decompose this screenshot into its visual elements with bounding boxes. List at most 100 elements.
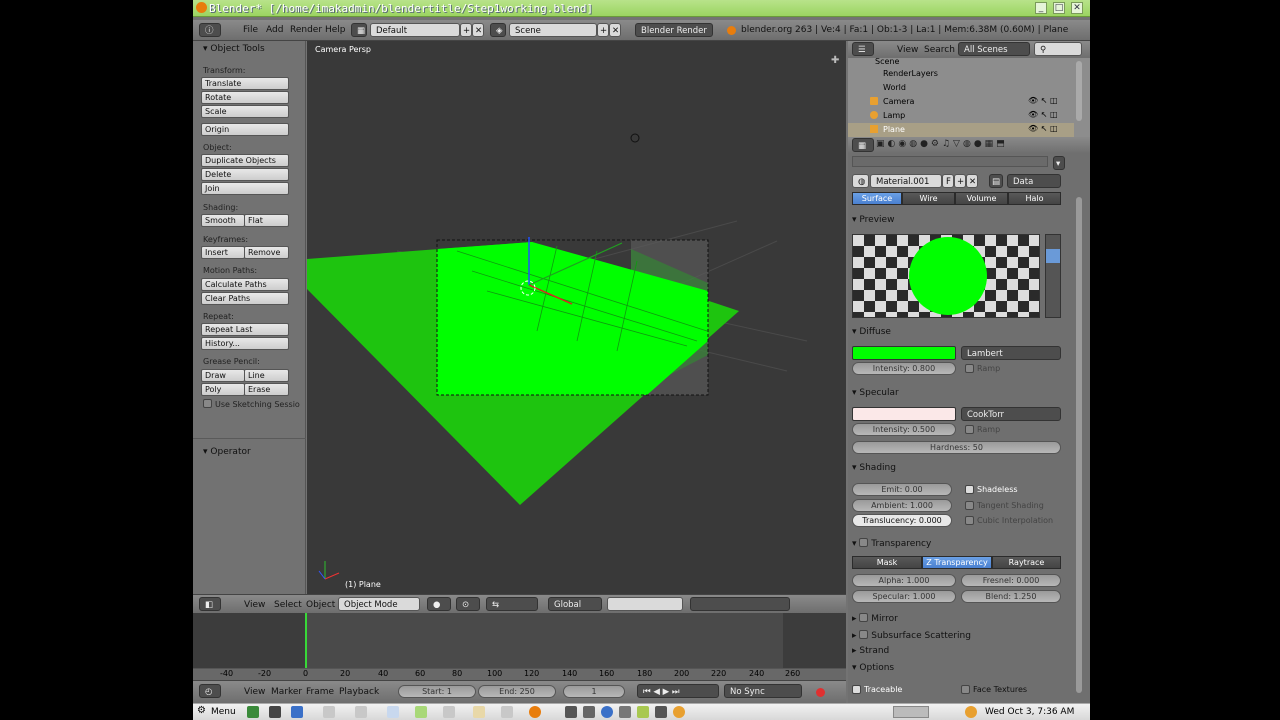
history-button[interactable]: History... — [201, 337, 289, 350]
transparency-specular-field[interactable]: Specular: 1.000 — [852, 590, 956, 603]
tray-icon[interactable] — [655, 706, 667, 718]
calculate-paths-button[interactable]: Calculate Paths — [201, 278, 289, 291]
properties-editor-icon[interactable]: ▦ — [852, 138, 874, 152]
playback-controls[interactable]: ⏮ ◀ ▶ ⏭ — [637, 684, 719, 698]
manipulator-toggle[interactable]: ⇆ — [486, 597, 538, 611]
app-icon[interactable] — [323, 706, 335, 718]
outliner-item-camera[interactable]: Camera — [883, 97, 914, 106]
draw-button[interactable]: Draw — [201, 369, 245, 382]
origin-button[interactable]: Origin — [201, 123, 289, 136]
fresnel-field[interactable]: Fresnel: 0.000 — [961, 574, 1061, 587]
visibility-eye-icon[interactable]: 👁 ↖ ◫ — [1028, 96, 1058, 105]
terminal-icon[interactable] — [269, 706, 281, 718]
render-engine-select[interactable]: Blender Render — [635, 23, 713, 37]
material-add-button[interactable]: + — [954, 174, 966, 188]
link-select[interactable]: Data — [1007, 174, 1061, 188]
end-frame-field[interactable]: End: 250 — [478, 685, 556, 698]
timeline-menu-view[interactable]: View — [244, 687, 265, 697]
viewport-menu-object[interactable]: Object — [306, 600, 335, 610]
viewport-menu-view[interactable]: View — [244, 600, 265, 610]
mode-select[interactable]: Object Mode — [338, 597, 420, 611]
blender-task-icon[interactable] — [529, 706, 541, 718]
tray-icon[interactable] — [601, 706, 613, 718]
browser-icon[interactable] — [291, 706, 303, 718]
transparency-z-tab[interactable]: Z Transparency — [922, 556, 992, 569]
cubic-interpolation-checkbox[interactable] — [965, 516, 974, 525]
timeline-menu-marker[interactable]: Marker — [271, 687, 302, 697]
menu-gear-icon[interactable]: ⚙ — [197, 705, 206, 716]
tray-icon[interactable] — [583, 706, 595, 718]
screen-delete-button[interactable]: ✕ — [472, 23, 484, 37]
face-textures-checkbox[interactable] — [961, 685, 970, 694]
material-unlink-button[interactable]: ✕ — [966, 174, 978, 188]
poly-button[interactable]: Poly — [201, 383, 245, 396]
outliner-item-scene[interactable]: Scene — [875, 57, 899, 66]
network-icon[interactable] — [965, 706, 977, 718]
app-launcher-icon[interactable] — [247, 706, 259, 718]
screen-add-button[interactable]: + — [460, 23, 472, 37]
orientation-select[interactable]: Global — [548, 597, 602, 611]
smooth-button[interactable]: Smooth — [201, 214, 245, 227]
start-menu-button[interactable]: Menu — [211, 707, 236, 717]
sss-checkbox[interactable] — [859, 630, 869, 639]
snap-toggle[interactable] — [690, 597, 790, 611]
use-sketching-checkbox[interactable] — [203, 399, 212, 408]
preview-panel-header[interactable]: ▾ Preview — [852, 215, 894, 225]
outliner-menu-view[interactable]: View — [897, 45, 918, 55]
traceable-checkbox[interactable] — [852, 685, 861, 694]
material-slot-dropdown[interactable]: ▾ — [1053, 156, 1065, 170]
lamp-icon[interactable] — [630, 133, 640, 143]
screen-layout-icon[interactable]: ▦ — [351, 23, 367, 37]
context-tab-icons[interactable]: ▣◐◉◍●⚙♫▽◍●▦⬒ — [876, 139, 1008, 149]
visibility-eye-icon[interactable]: 👁 ↖ ◫ — [1028, 110, 1058, 119]
ambient-field[interactable]: Ambient: 1.000 — [852, 499, 952, 512]
viewport-corner-icon[interactable]: ✚ — [831, 55, 839, 66]
timeline-area[interactable]: -40 -20 0 20 40 60 80 100 120 140 160 18… — [193, 613, 846, 680]
record-icon[interactable] — [816, 688, 825, 697]
tangent-shading-checkbox[interactable] — [965, 501, 974, 510]
timeline-menu-frame[interactable]: Frame — [306, 687, 334, 697]
close-icon[interactable]: ✕ — [1071, 2, 1083, 14]
scale-button[interactable]: Scale — [201, 105, 289, 118]
screen-layout-field[interactable]: Default — [370, 23, 460, 37]
flat-button[interactable]: Flat — [244, 214, 289, 227]
scene-field[interactable]: Scene — [509, 23, 597, 37]
diffuse-intensity-slider[interactable]: Intensity: 0.800 — [852, 362, 956, 375]
transparency-mask-tab[interactable]: Mask — [852, 556, 922, 569]
alpha-field[interactable]: Alpha: 1.000 — [852, 574, 956, 587]
scene-add-button[interactable]: + — [597, 23, 609, 37]
rotate-button[interactable]: Rotate — [201, 91, 289, 104]
app-icon[interactable] — [501, 706, 513, 718]
duplicate-objects-button[interactable]: Duplicate Objects — [201, 154, 289, 167]
specular-ramp-checkbox[interactable] — [965, 425, 974, 434]
transparency-checkbox[interactable] — [859, 538, 869, 547]
3d-viewport[interactable]: Camera Persp (1) Plane ✚ — [307, 41, 846, 594]
app-icon[interactable] — [355, 706, 367, 718]
title-bar[interactable]: Blender* [/home/imakadmin/blendertitle/S… — [193, 0, 1090, 17]
outliner-item-renderlayers[interactable]: RenderLayers — [883, 69, 938, 78]
specular-panel-header[interactable]: ▾ Specular — [852, 388, 899, 398]
app-icon[interactable] — [443, 706, 455, 718]
material-slot-list[interactable] — [852, 156, 1048, 167]
visibility-eye-icon[interactable]: 👁 ↖ ◫ — [1028, 124, 1058, 133]
clear-paths-button[interactable]: Clear Paths — [201, 292, 289, 305]
menu-render[interactable]: Render — [290, 25, 322, 35]
hardness-field[interactable]: Hardness: 50 — [852, 441, 1061, 454]
outliner-item-plane[interactable]: Plane — [883, 125, 905, 134]
outliner-search-field[interactable]: ⚲ — [1034, 42, 1082, 56]
tray-icon[interactable] — [565, 706, 577, 718]
blend-field[interactable]: Blend: 1.250 — [961, 590, 1061, 603]
timeline-menu-playback[interactable]: Playback — [339, 687, 379, 697]
properties-scrollbar[interactable] — [1076, 197, 1082, 693]
translucency-field[interactable]: Translucency: 0.000 — [852, 514, 952, 527]
line-button[interactable]: Line — [244, 369, 289, 382]
shading-panel-header[interactable]: ▾ Shading — [852, 463, 896, 473]
outliner-filter-select[interactable]: All Scenes — [958, 42, 1030, 56]
diffuse-color-swatch[interactable] — [852, 346, 956, 360]
specular-intensity-slider[interactable]: Intensity: 0.500 — [852, 423, 956, 436]
strand-panel-header[interactable]: ▸ Strand — [852, 646, 889, 656]
diffuse-panel-header[interactable]: ▾ Diffuse — [852, 327, 891, 337]
viewport-editor-icon[interactable]: ◧ — [199, 597, 221, 611]
outliner-scrollbar[interactable] — [1076, 61, 1082, 121]
operator-header[interactable]: ▾ Operator — [203, 447, 251, 457]
